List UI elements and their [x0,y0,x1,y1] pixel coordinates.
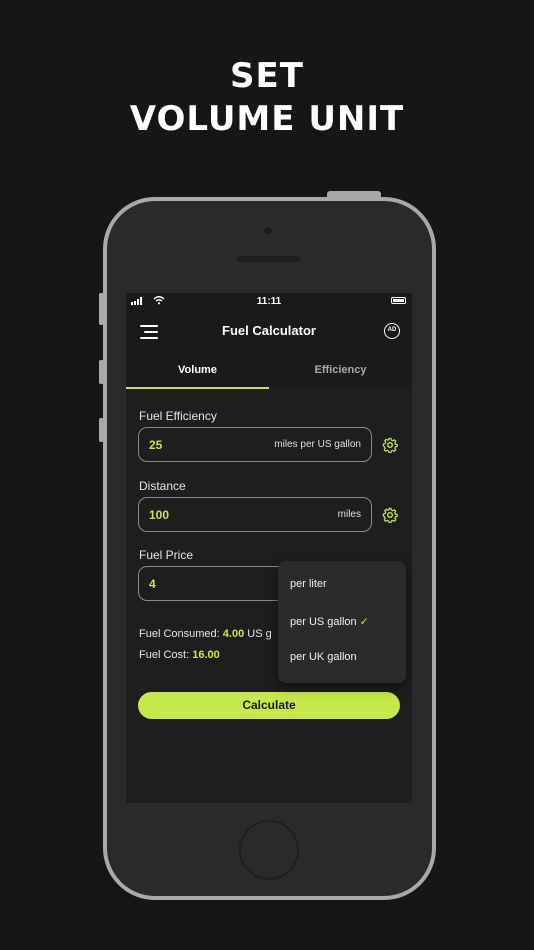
home-button [239,820,299,880]
checkmark-icon: ✓ [359,616,369,628]
distance-value: 100 [149,508,170,522]
fuel-consumed-value: 4.00 [222,628,245,640]
fuel-consumed-result: Fuel Consumed: 4.00 US g [139,628,272,640]
earpiece-speaker [237,256,301,262]
fuel-consumed-label: Fuel Consumed: [139,628,220,640]
dropdown-option-label: per US gallon [290,616,357,628]
battery-icon [391,297,406,304]
dropdown-option-per-liter[interactable]: per liter [290,578,327,590]
dropdown-option-per-uk-gallon[interactable]: per UK gallon [290,651,357,663]
distance-settings-gear-icon[interactable] [382,507,398,523]
fuel-cost-result: Fuel Cost: 16.00 [139,649,220,661]
tab-bar: Volume Efficiency [126,355,412,389]
fuel-efficiency-input[interactable]: 25 miles per US gallon [138,427,372,462]
dropdown-option-per-us-gallon[interactable]: per US gallon ✓ [290,615,369,628]
distance-input[interactable]: 100 miles [138,497,372,532]
app-screen: 11:11 Fuel Calculator AD Volume Efficien… [126,293,412,803]
headline-line-2: VOLUME UNIT [129,99,405,139]
fuel-efficiency-label: Fuel Efficiency [139,409,217,423]
fuel-cost-label: Fuel Cost: [139,649,190,661]
distance-unit: miles [337,509,361,520]
status-time: 11:11 [256,296,282,307]
front-camera [263,226,273,236]
calculate-button[interactable]: Calculate [138,692,400,719]
distance-label: Distance [139,479,186,493]
remove-ads-icon[interactable]: AD [384,323,400,339]
fuel-price-value: 4 [149,577,156,591]
fuel-price-label: Fuel Price [139,548,194,562]
headline-line-1: SET [230,56,304,96]
efficiency-settings-gear-icon[interactable] [382,437,398,453]
calculator-form: Fuel Efficiency 25 miles per US gallon D… [126,389,412,803]
tab-volume[interactable]: Volume [126,355,269,389]
fuel-efficiency-value: 25 [149,438,163,452]
fuel-efficiency-unit: miles per US gallon [274,439,361,450]
status-bar: 11:11 [126,293,412,311]
tab-efficiency[interactable]: Efficiency [269,355,412,389]
app-title: Fuel Calculator [222,323,316,338]
app-bar: Fuel Calculator AD [126,315,412,349]
fuel-cost-value: 16.00 [192,649,220,661]
volume-unit-dropdown: per liter per US gallon ✓ per UK gallon [278,561,406,683]
fuel-consumed-unit: US g [247,628,272,640]
